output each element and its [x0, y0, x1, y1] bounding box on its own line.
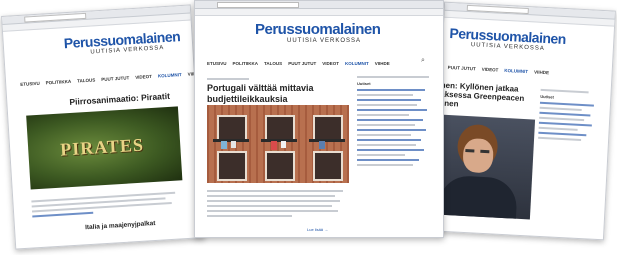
nav-kolumnit[interactable]: KOLUMNIT [158, 72, 182, 78]
article-photo[interactable] [433, 114, 536, 220]
site-tagline: UUTISIA VERKOSSA [287, 38, 362, 44]
bookmarks-bar [195, 9, 443, 16]
article-headline[interactable]: nen: Kyllönen jatkaa aksessa Greenpeacen… [440, 81, 525, 112]
nav-talous[interactable]: TALOUS [77, 77, 95, 83]
second-headline[interactable]: Italia ja maajenyjpalkat [85, 220, 156, 231]
nav-kolumnit[interactable]: KOLUMNIT [345, 61, 369, 66]
main-nav: ETUSIVU POLITIIKKA TALOUS PUUT JUTUT VID… [207, 61, 390, 66]
right-page-screenshot: Perussuomalainen UUTISIA VERKOSSA PUUT J… [432, 1, 616, 241]
center-page-screenshot: Perussuomalainen UUTISIA VERKOSSA ⌕ ETUS… [194, 0, 444, 238]
sidebar-title: Uutiset [357, 81, 371, 86]
nav-viihde[interactable]: VIIHDE [534, 69, 549, 75]
nav-videot[interactable]: VIDEOT [322, 61, 339, 66]
main-nav: PUUT JUTUT VIDEOT KOLUMNIT VIIHDE [448, 65, 550, 75]
nav-puut-jutut[interactable]: PUUT JUTUT [288, 61, 316, 66]
article-image[interactable]: PIRATES [26, 106, 183, 190]
nav-puut-jutut[interactable]: PUUT JUTUT [101, 75, 129, 82]
nav-politiikka[interactable]: POLITIIKKA [46, 79, 72, 86]
nav-videot[interactable]: VIDEOT [482, 67, 499, 73]
news-sidebar: Uutiset [357, 73, 437, 169]
main-nav: ETUSIVU POLITIIKKA TALOUS PUUT JUTUT VID… [20, 71, 203, 87]
nav-videot[interactable]: VIDEOT [135, 74, 152, 80]
nav-politiikka[interactable]: POLITIIKKA [233, 61, 259, 66]
article-headline[interactable]: Portugali välttää mittavia budjettileikk… [207, 83, 347, 105]
nav-puut-jutut[interactable]: PUUT JUTUT [448, 65, 476, 71]
search-icon[interactable]: ⌕ [421, 57, 425, 65]
browser-toolbar [195, 1, 443, 9]
article-body [207, 187, 349, 220]
nav-talous[interactable]: TALOUS [264, 61, 282, 66]
site-logo[interactable]: Perussuomalainen [255, 21, 381, 38]
nav-viihde[interactable]: VIIHDE [375, 61, 390, 66]
nav-etusivu[interactable]: ETUSIVU [20, 81, 40, 87]
read-more-link[interactable]: Lue lisää → [307, 227, 328, 232]
pirates-title-art: PIRATES [59, 134, 145, 160]
left-page-screenshot: Perussuomalainen UUTISIA VERKOSSA ETUSIV… [1, 4, 205, 250]
sidebar-title: Uutiset [540, 93, 554, 100]
article-headline[interactable]: Piirrosanimaatio: Piraatit [69, 91, 170, 107]
address-bar[interactable] [217, 2, 299, 8]
nav-kolumnit[interactable]: KOLUMNIT [504, 68, 528, 74]
nav-etusivu[interactable]: ETUSIVU [207, 61, 227, 66]
article-body [31, 188, 184, 220]
article-photo[interactable] [207, 105, 349, 183]
